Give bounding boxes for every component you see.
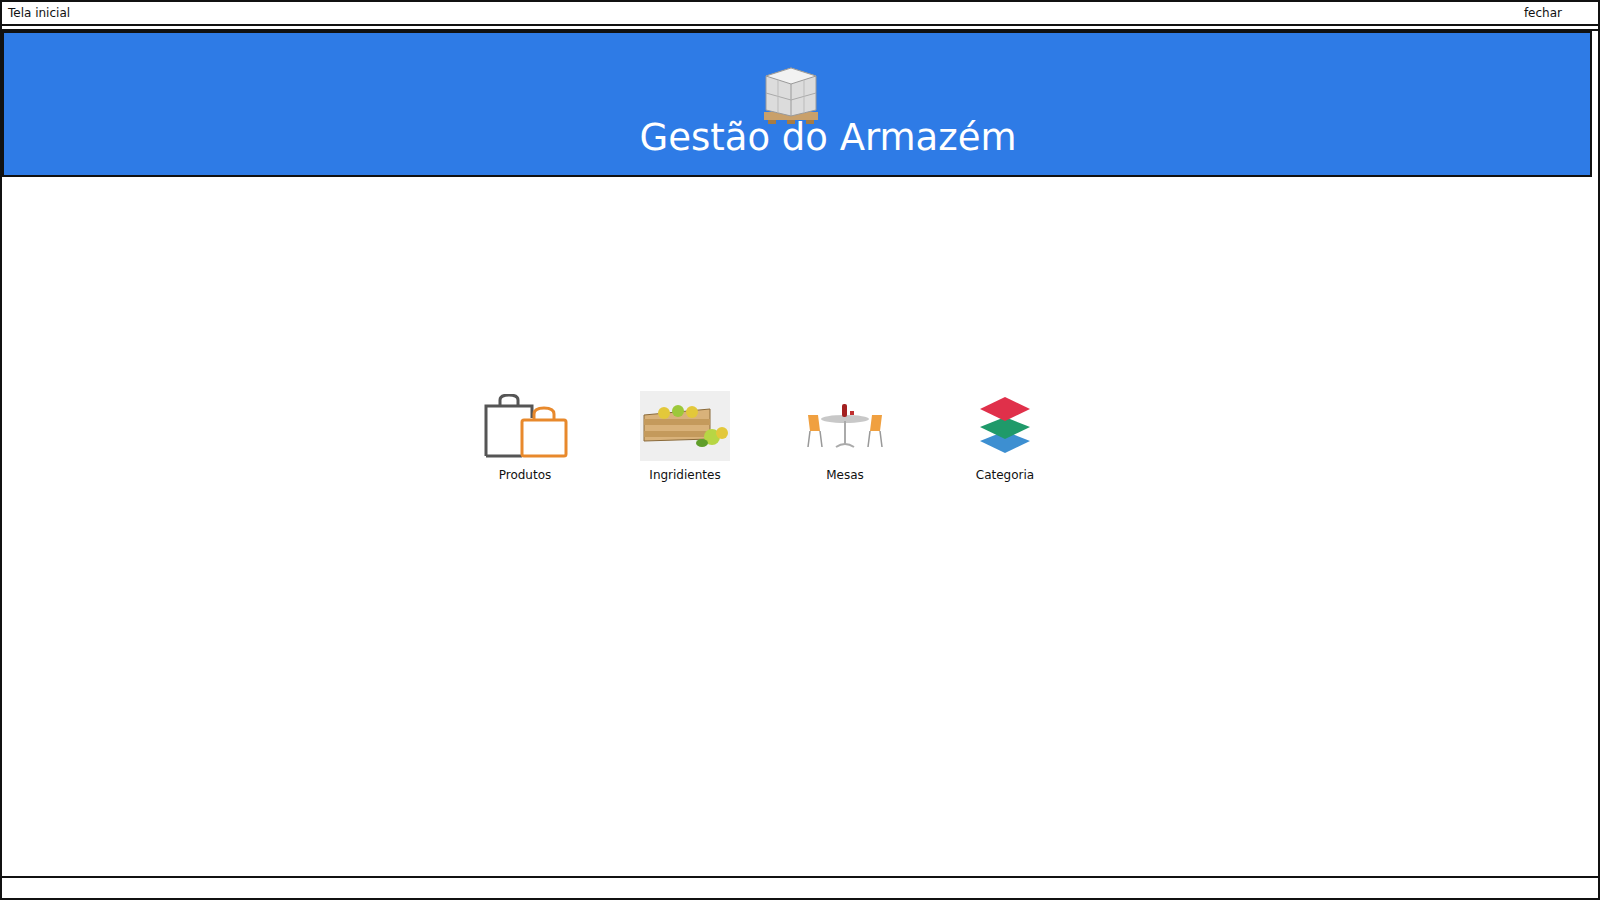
fruit-crate-icon: [640, 391, 730, 461]
table-chairs-icon: [804, 401, 886, 451]
close-button[interactable]: fechar: [1524, 6, 1562, 20]
shopping-bags-icon: [482, 394, 568, 458]
app-title: Gestão do Armazém: [640, 118, 1017, 159]
menu-area: Produtos Ingridientes Mesas Categoria: [2, 177, 1528, 876]
home-screen: Tela inicial fechar Gestão do Armazém Pr…: [0, 0, 1600, 900]
status-bar: [2, 876, 1598, 900]
menu-item[interactable]: Produtos: [470, 390, 580, 482]
layers-icon: [978, 395, 1032, 457]
main-area: Gestão do Armazém Produtos Ingridientes …: [2, 29, 1598, 876]
menu-item[interactable]: Categoria: [950, 390, 1060, 482]
menu-label: Ingridientes: [649, 468, 720, 482]
menu-label: Produtos: [499, 468, 552, 482]
warehouse-boxes-icon: [760, 64, 822, 124]
title-bar: Tela inicial fechar: [2, 0, 1598, 26]
menu-item[interactable]: Ingridientes: [630, 390, 740, 482]
menu-label: Categoria: [976, 468, 1034, 482]
menu-item[interactable]: Mesas: [790, 390, 900, 482]
menu-label: Mesas: [826, 468, 864, 482]
window-title: Tela inicial: [8, 6, 70, 20]
header-banner: Gestão do Armazém: [2, 31, 1592, 177]
